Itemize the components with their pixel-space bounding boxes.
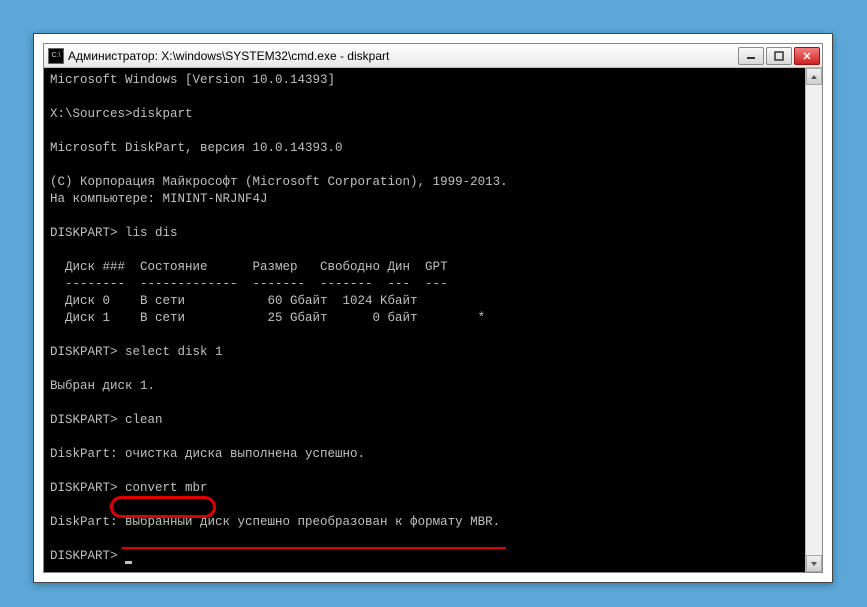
close-icon [802,51,812,61]
terminal-output[interactable]: Microsoft Windows [Version 10.0.14393] X… [44,68,805,572]
outer-frame: C:\ Администратор: X:\windows\SYSTEM32\c… [33,33,833,583]
red-underline-annotation [122,547,506,549]
table-header: Диск ### Состояние Размер Свободно Дин G… [50,260,448,274]
line: X:\Sources>diskpart [50,107,193,121]
line: DISKPART> lis dis [50,226,178,240]
table-row: Диск 0 В сети 60 Gбайт 1024 Kбайт [50,294,418,308]
underlined-message: выбранный диск успешно преобразован к фо… [125,515,500,529]
scroll-down-button[interactable] [806,555,822,572]
terminal-area: Microsoft Windows [Version 10.0.14393] X… [44,68,822,572]
line: (C) Корпорация Майкрософт (Microsoft Cor… [50,175,508,189]
chevron-down-icon [810,560,818,568]
prompt: DISKPART> [50,481,125,495]
close-button[interactable] [794,47,820,65]
maximize-button[interactable] [766,47,792,65]
window-title: Администратор: X:\windows\SYSTEM32\cmd.e… [68,49,736,63]
line: Microsoft DiskPart, версия 10.0.14393.0 [50,141,343,155]
cmd-window: C:\ Администратор: X:\windows\SYSTEM32\c… [43,43,823,573]
highlighted-command: convert mbr [125,481,208,495]
table-sep: -------- ------------- ------- ------- -… [50,277,448,291]
cmd-icon: C:\ [48,48,64,64]
minimize-button[interactable] [738,47,764,65]
prefix: DiskPart: [50,515,125,529]
line: DiskPart: очистка диска выполнена успешн… [50,447,365,461]
line: Microsoft Windows [Version 10.0.14393] [50,73,335,87]
prompt: DISKPART> [50,549,125,563]
line: На компьютере: MININT-NRJNF4J [50,192,268,206]
table-row: Диск 1 В сети 25 Gбайт 0 байт * [50,311,485,325]
scroll-up-button[interactable] [806,68,822,85]
vertical-scrollbar[interactable] [805,68,822,572]
minimize-icon [746,51,756,61]
cursor [125,561,132,564]
line: Выбран диск 1. [50,379,155,393]
line: DISKPART> select disk 1 [50,345,223,359]
chevron-up-icon [810,73,818,81]
scroll-track[interactable] [806,85,822,555]
line: DISKPART> clean [50,413,163,427]
maximize-icon [774,51,784,61]
titlebar[interactable]: C:\ Администратор: X:\windows\SYSTEM32\c… [44,44,822,68]
